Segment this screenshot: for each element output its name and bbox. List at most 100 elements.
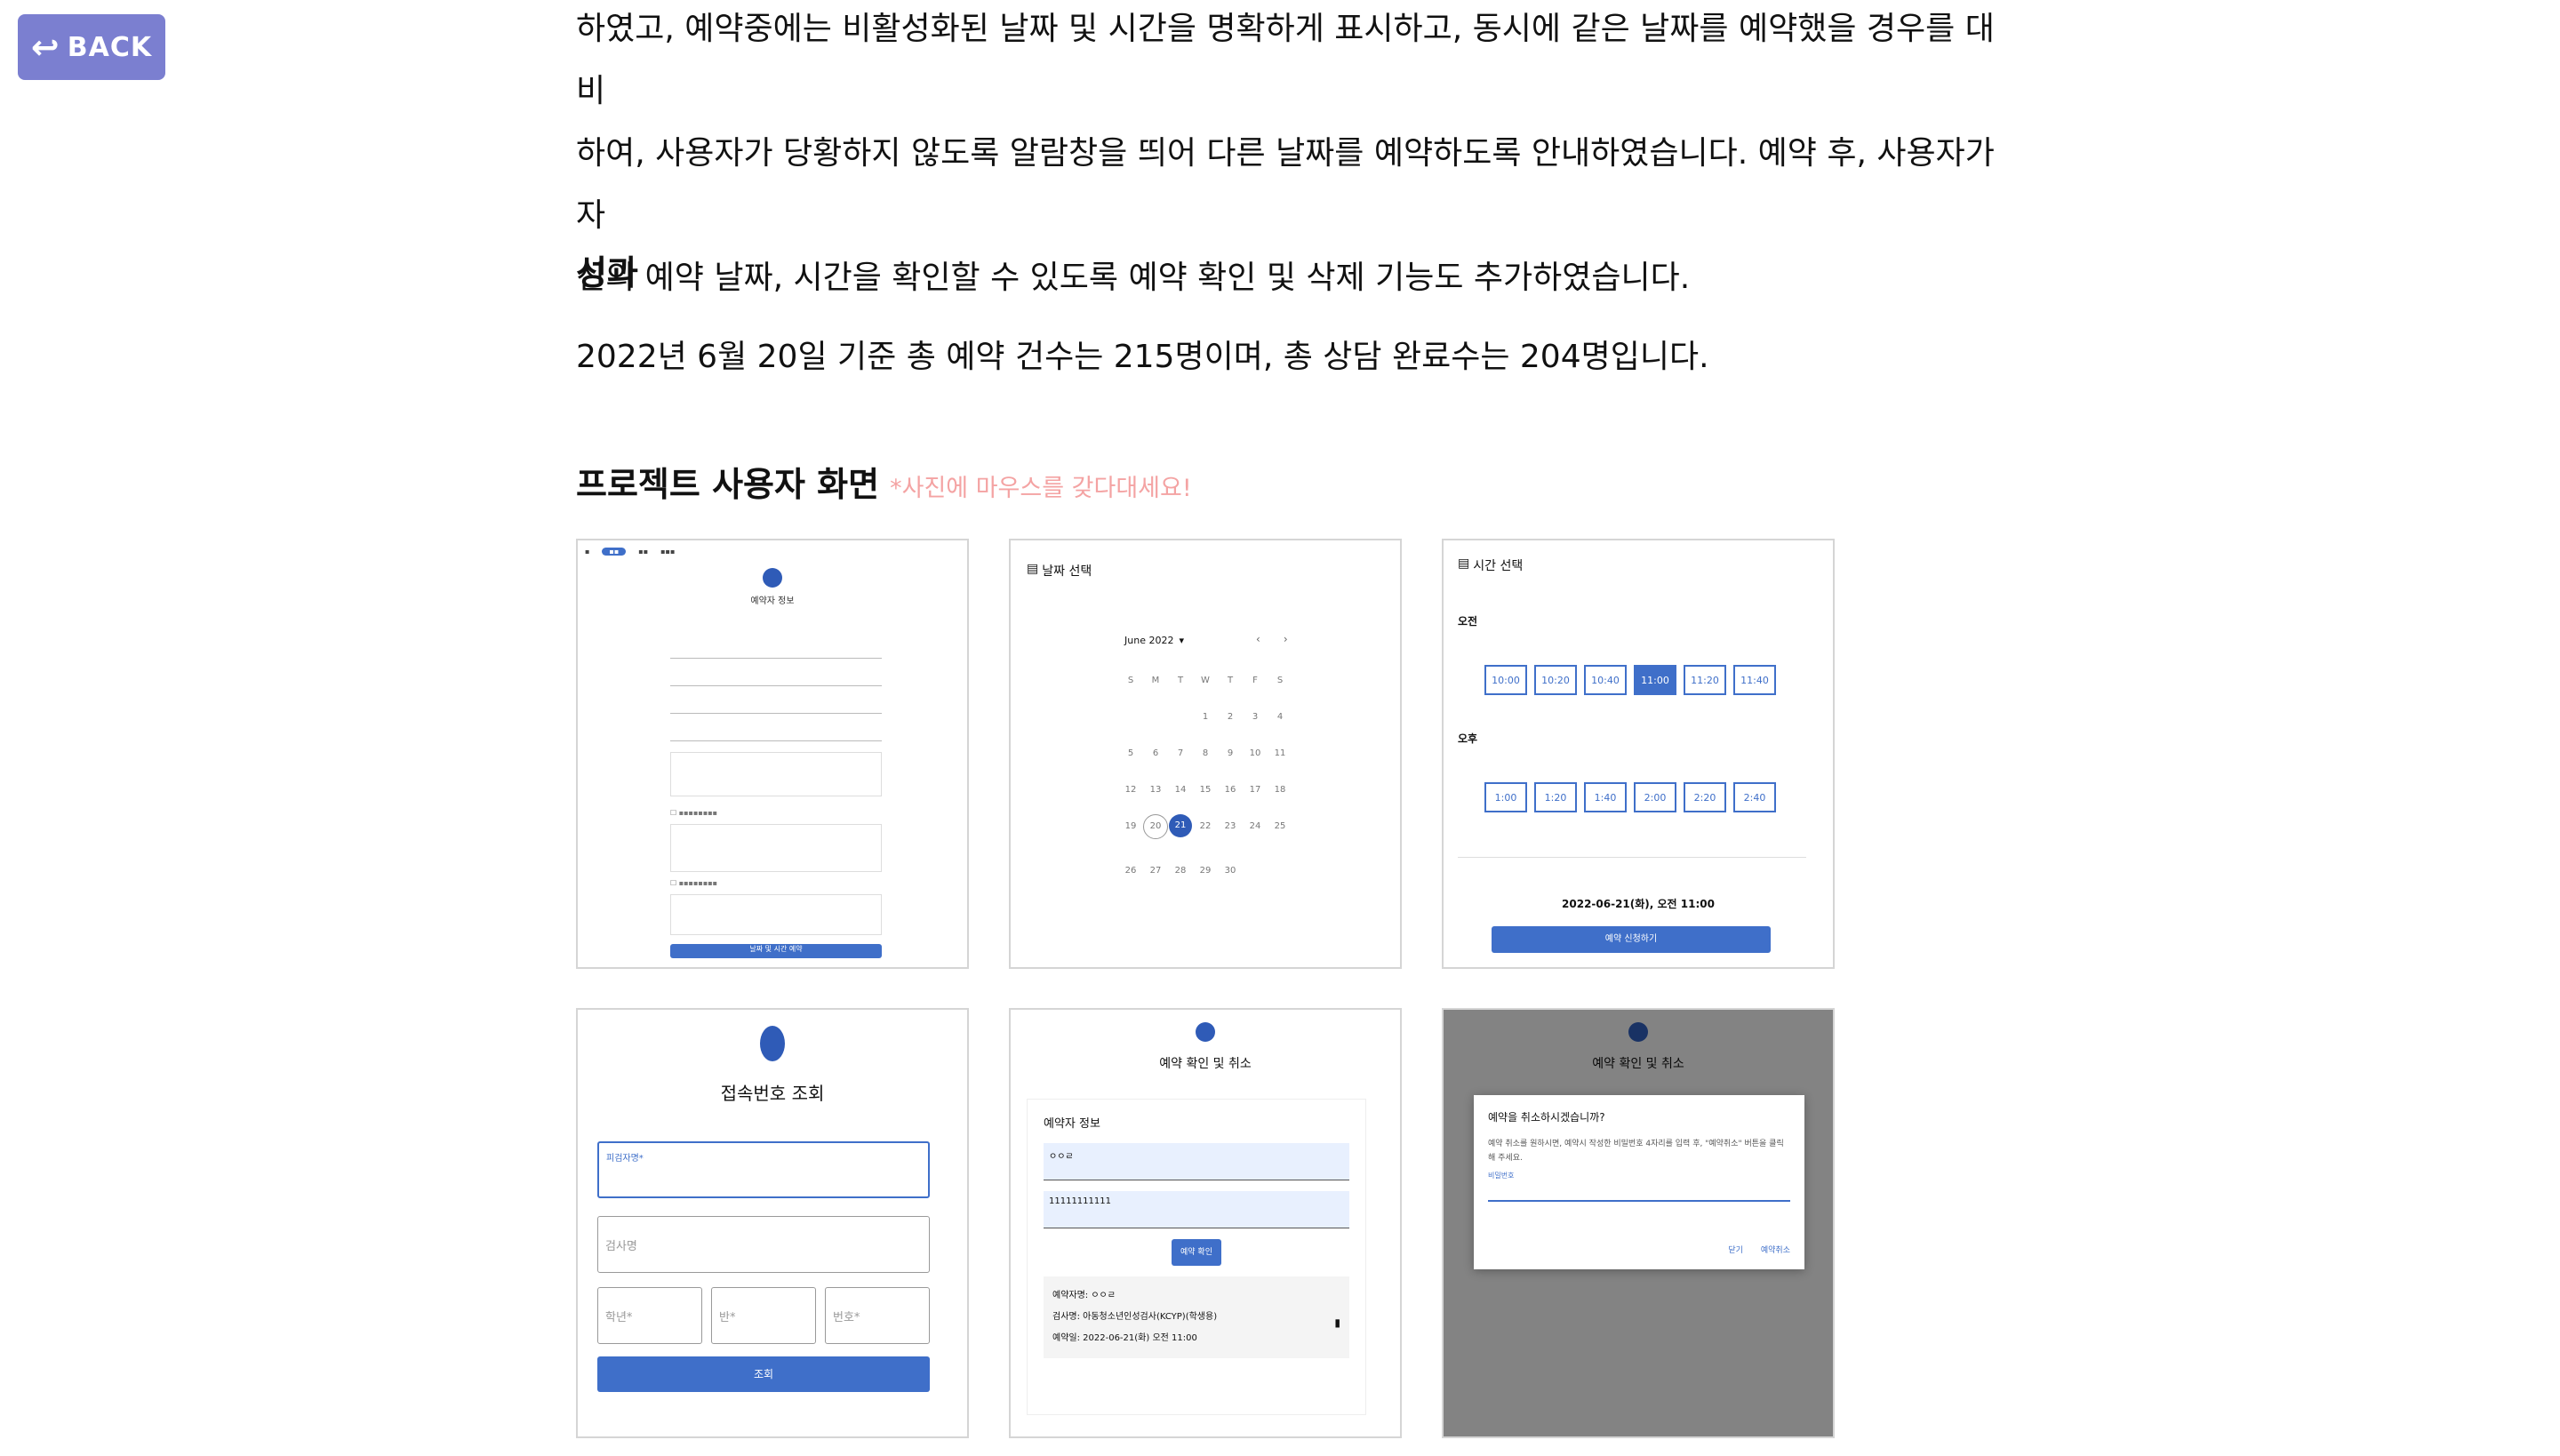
form-icon <box>763 568 782 588</box>
dialog-text: 예약 취소를 원하시면, 예약시 작성한 비밀번호 4자리를 입력 후, "예약… <box>1488 1140 1784 1163</box>
time-slot: 10:00 <box>1484 665 1527 695</box>
thumb5-confirm: 예약 확인 <box>1172 1239 1221 1266</box>
calendar-day: 13 <box>1149 785 1162 795</box>
screenshot-thumb-cancel-dialog[interactable]: 예약 확인 및 취소 예약을 취소하시겠습니까? 예약 취소를 원하시면, 예약… <box>1442 1008 1835 1438</box>
calendar-day: 11 <box>1274 748 1286 758</box>
thumb5-phone: 11111111111 <box>1044 1191 1349 1228</box>
screens-heading-row: 프로젝트 사용자 화면 *사진에 마우스를 갖다대세요! <box>576 457 1192 506</box>
dialog-close: 닫기 <box>1728 1246 1743 1255</box>
calendar-day <box>1243 866 1268 876</box>
main-content: 하였고, 예약중에는 비활성화된 날짜 및 시간을 명확하게 표시하고, 동시에… <box>576 0 2016 1438</box>
time-slot: 1:40 <box>1584 782 1627 812</box>
thumb5-info2: 검사명: 아동청소년인성검사(KCYP)(학생용) <box>1052 1312 1218 1322</box>
weekday-label: W <box>1201 676 1210 685</box>
clock-icon: ▤ <box>1458 556 1470 571</box>
result-heading: 성과 <box>576 253 638 292</box>
weekday-label: S <box>1127 676 1134 685</box>
back-button[interactable]: ↩ BACK <box>18 14 165 80</box>
calendar-day: 6 <box>1152 748 1159 758</box>
weekday-label: T <box>1177 676 1184 685</box>
time-slot: 2:20 <box>1684 782 1726 812</box>
time-slot: 10:20 <box>1534 665 1577 695</box>
thumb1-title: 예약자 정보 <box>750 596 795 606</box>
next-month-icon: › <box>1283 633 1288 645</box>
calendar-day: 1 <box>1202 712 1209 722</box>
trash-icon: ▮ <box>1334 1316 1340 1329</box>
calendar-icon: ▤ <box>1027 562 1039 576</box>
calendar-day <box>1268 866 1292 876</box>
calendar-day: 27 <box>1149 866 1162 876</box>
back-label: BACK <box>67 31 153 63</box>
time-slot: 1:00 <box>1484 782 1527 812</box>
calendar-day: 12 <box>1124 785 1137 795</box>
prev-month-icon: ‹ <box>1256 633 1260 645</box>
calendar-day: 10 <box>1249 748 1261 758</box>
screens-heading: 프로젝트 사용자 화면 <box>576 465 880 504</box>
thumb4-field2: 검사명 <box>597 1216 930 1273</box>
thumb5-title: 예약 확인 및 취소 <box>1159 1057 1252 1071</box>
calendar-day: 7 <box>1177 748 1184 758</box>
calendar-day: 28 <box>1174 866 1187 876</box>
weekday-label: T <box>1227 676 1234 685</box>
calendar-day: 2 <box>1227 712 1234 722</box>
calendar-day <box>1143 712 1168 722</box>
am-label: 오전 <box>1458 615 1478 628</box>
thumb4-field4: 반* <box>711 1287 816 1344</box>
time-slot: 11:40 <box>1733 665 1776 695</box>
hover-hint: *사진에 마우스를 갖다대세요! <box>890 475 1192 502</box>
time-slot: 1:20 <box>1534 782 1577 812</box>
calendar-day <box>1118 712 1143 722</box>
calendar-day: 17 <box>1249 785 1261 795</box>
calendar-day: 20 <box>1143 814 1168 839</box>
screenshot-thumb-lookup[interactable]: 접속번호 조회 피검자명* 검사명 학년* 반* 번호* 조회 <box>576 1008 969 1438</box>
calendar-day <box>1168 712 1193 722</box>
dialog-title: 예약을 취소하시겠습니까? <box>1488 1111 1605 1124</box>
screenshot-thumb-confirm[interactable]: 예약 확인 및 취소 예약자 정보 ㅇㅇㄹ 11111111111 예약 확인 … <box>1009 1008 1402 1438</box>
intro-line-1: 하였고, 예약중에는 비활성화된 날짜 및 시간을 명확하게 표시하고, 동시에… <box>576 11 1995 109</box>
calendar-day: 19 <box>1124 821 1137 831</box>
month-label: June 2022 <box>1124 635 1174 646</box>
calendar-day: 25 <box>1274 821 1286 831</box>
dialog-cancel: 예약취소 <box>1760 1246 1790 1255</box>
weekday-row: SMTWTFS <box>1011 676 1400 685</box>
time-slot: 2:40 <box>1733 782 1776 812</box>
screenshot-thumb-time-picker[interactable]: ▤ 시간 선택 오전 10:00 10:20 10:40 11:00 11:20 11:4… <box>1442 539 1835 969</box>
calendar-day: 14 <box>1174 785 1187 795</box>
calendar-day: 30 <box>1224 866 1236 876</box>
weekday-label: S <box>1276 676 1284 685</box>
cancel-dialog: 예약을 취소하시겠습니까? 예약 취소를 원하시면, 예약시 작성한 비밀번호 … <box>1474 1095 1804 1269</box>
document-icon <box>760 1026 785 1061</box>
calendar-day: 8 <box>1202 748 1209 758</box>
intro-line-2: 하여, 사용자가 당황하지 않도록 알람창을 띄어 다른 날짜를 예약하도록 안… <box>576 135 1995 234</box>
calendar-day: 21 <box>1169 814 1192 837</box>
time-slot: 2:00 <box>1634 782 1676 812</box>
selected-datetime: 2022-06-21(화), 오전 11:00 <box>1562 898 1715 910</box>
weekday-label: M <box>1151 676 1160 685</box>
calendar-day: 26 <box>1124 866 1137 876</box>
back-arrow-icon: ↩ <box>30 28 60 67</box>
calendar-day: 16 <box>1224 785 1236 795</box>
calendar-day: 4 <box>1276 712 1284 722</box>
screenshot-thumb-date-picker[interactable]: ▤ 날짜 선택 June 2022 ▾ ‹ › SMTWTFS 123456789… <box>1009 539 1402 969</box>
thumb4-field3: 학년* <box>597 1287 702 1344</box>
thumb3-submit: 예약 신청하기 <box>1492 926 1771 953</box>
calendar-day: 9 <box>1227 748 1234 758</box>
thumb5-info3: 예약일: 2022-06-21(화) 오전 11:00 <box>1052 1333 1197 1343</box>
thumb4-field5: 번호* <box>825 1287 930 1344</box>
thumb1-submit: 날짜 및 시간 예약 <box>670 944 882 958</box>
calendar-day: 29 <box>1199 866 1212 876</box>
calendar-day: 5 <box>1127 748 1134 758</box>
thumb5-name: ㅇㅇㄹ <box>1044 1143 1349 1180</box>
pm-label: 오후 <box>1458 732 1478 745</box>
check-doc-icon <box>1196 1022 1215 1042</box>
time-slot: 11:00 <box>1634 665 1676 695</box>
time-slot: 10:40 <box>1584 665 1627 695</box>
thumb4-submit: 조회 <box>597 1356 930 1392</box>
intro-line-3: 신의 예약 날짜, 시간을 확인할 수 있도록 예약 확인 및 삭제 기능도 추… <box>576 260 1691 296</box>
thumb4-title: 접속번호 조회 <box>720 1083 825 1104</box>
screenshot-thumb-reservation-form[interactable]: ▪ ▪▪ ▪▪ ▪▪▪ 예약자 정보 ☐ ▪▪▪▪▪▪▪▪ ☐ ▪▪▪▪▪▪▪▪ 날짜… <box>576 539 969 969</box>
dialog-field: 비밀번호 <box>1488 1171 1790 1202</box>
thumb3-title: 시간 선택 <box>1473 559 1524 573</box>
thumb2-title: 날짜 선택 <box>1042 564 1092 579</box>
day-grid: 1 2 3 4 5 6 7 8 9 10 11 12 13 14 15 16 17 18 19 20 21 22 23 24 2… <box>1011 712 1400 876</box>
